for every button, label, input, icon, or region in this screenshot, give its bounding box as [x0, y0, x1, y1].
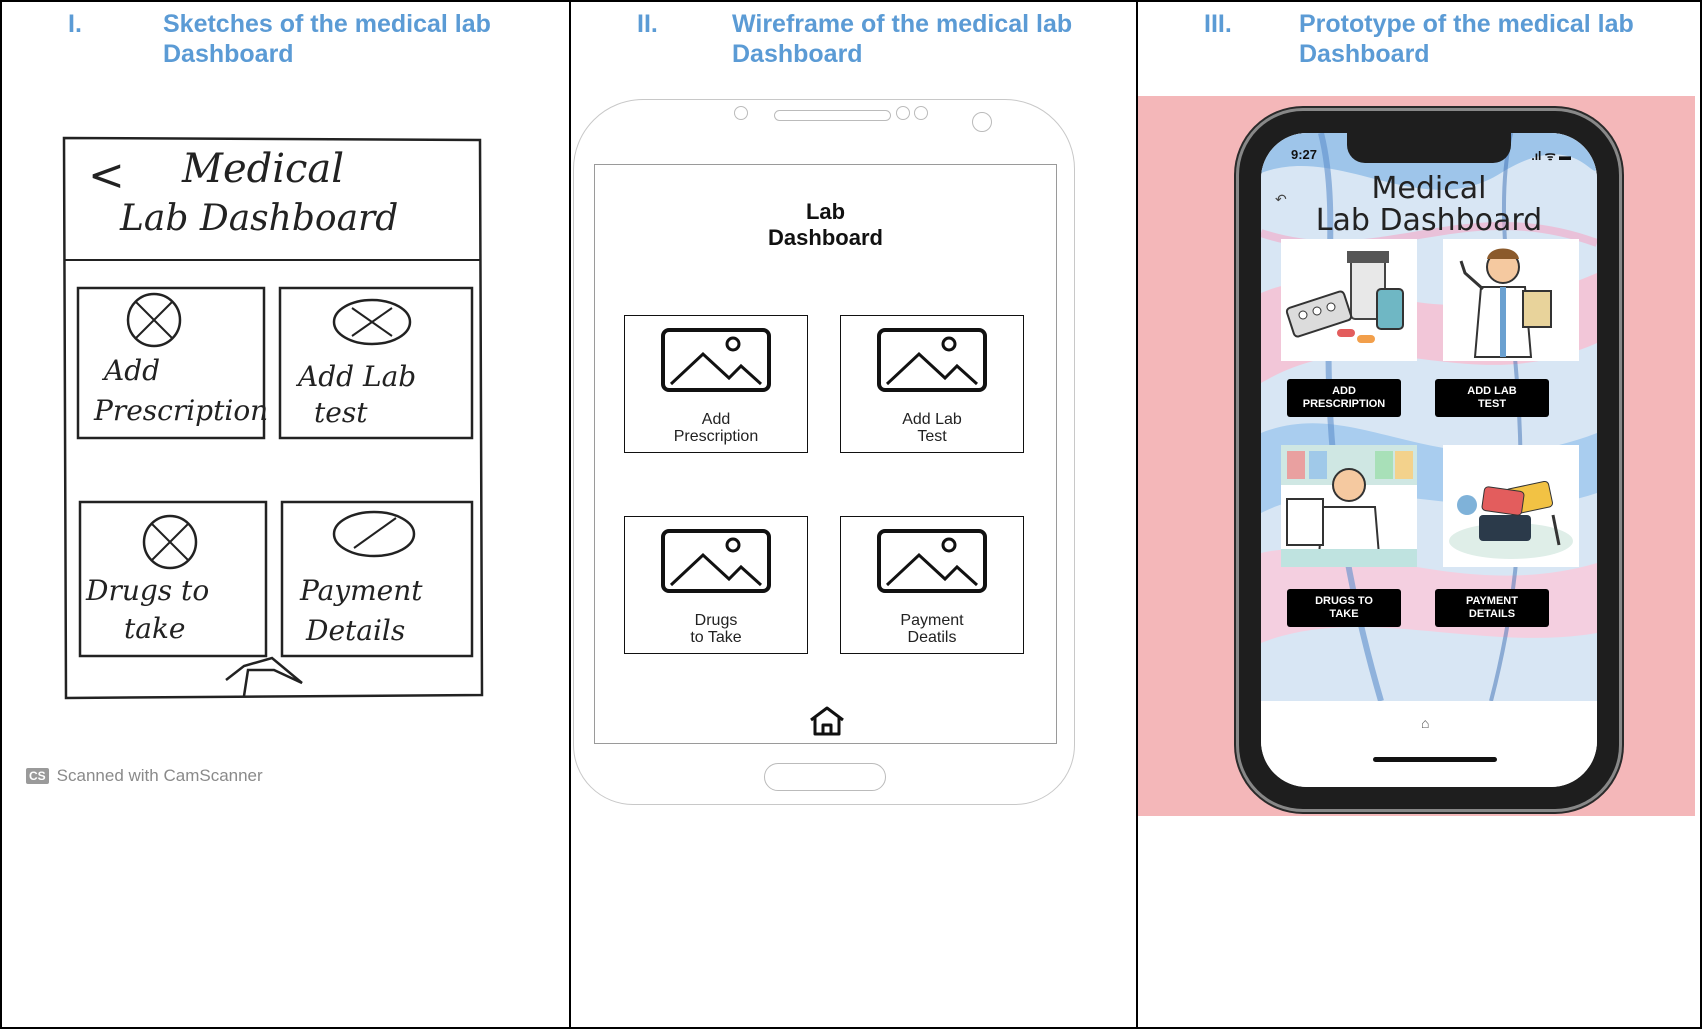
- wireframe-phone: Lab Dashboard Add Prescription Add Lab T…: [573, 99, 1075, 805]
- sensor-dot: [896, 106, 910, 120]
- sketch-card: Payment Details: [280, 500, 474, 658]
- svg-text:Add Lab: Add Lab: [295, 360, 416, 393]
- column-wireframe: II. Wireframe of the medical lab Dashboa…: [569, 0, 1137, 1029]
- add-lab-test-card[interactable]: Add Lab Test: [840, 315, 1024, 453]
- payment-details-card[interactable]: Payment Deatils: [840, 516, 1024, 654]
- front-camera: [972, 112, 992, 132]
- sketch-title-line2: Lab Dashboard: [119, 198, 398, 239]
- svg-text:Prescription: Prescription: [93, 394, 268, 427]
- svg-text:Drugs to: Drugs to: [85, 574, 209, 607]
- column-title: Wireframe of the medical lab Dashboard: [732, 10, 1073, 68]
- payment-illustration: [1443, 445, 1579, 567]
- svg-text:Details: Details: [305, 614, 405, 647]
- add-lab-test-button[interactable]: ADD LAB TEST: [1435, 379, 1549, 417]
- medicine-illustration: [1281, 239, 1417, 361]
- wireframe-screen: Lab Dashboard Add Prescription Add Lab T…: [594, 164, 1057, 744]
- image-placeholder-icon: [661, 328, 771, 392]
- camera-dot: [734, 106, 748, 120]
- home-indicator: [1373, 757, 1497, 762]
- sketch-card: Drugs to take: [78, 500, 268, 658]
- payment-details-button[interactable]: PAYMENT DETAILS: [1435, 589, 1549, 627]
- column-number: III.: [1204, 10, 1232, 38]
- sensor-dot: [914, 106, 928, 120]
- hand-sketch: < Medical Lab Dashboard Add Prescription…: [62, 136, 484, 700]
- add-prescription-button[interactable]: ADD PRESCRIPTION: [1287, 379, 1401, 417]
- svg-text:take: take: [124, 612, 185, 645]
- prototype-title: Medical Lab Dashboard: [1315, 171, 1543, 238]
- svg-text:Add: Add: [101, 354, 160, 387]
- prototype-background: 9:27 .ıl ᯤ ▬ ↶ Medical Lab Dashboard ADD…: [1138, 96, 1695, 816]
- home-icon: [225, 656, 303, 697]
- pharmacist-illustration: [1281, 445, 1417, 567]
- card-label: Drugs to Take: [690, 612, 742, 646]
- sketch-title-line1: Medical: [181, 146, 344, 192]
- bottom-nav: ⌂: [1261, 701, 1597, 787]
- column-title: Sketches of the medical lab Dashboard: [163, 10, 491, 68]
- scanner-text: Scanned with CamScanner: [56, 766, 263, 785]
- svg-text:Payment: Payment: [299, 574, 423, 607]
- scanner-watermark: CS Scanned with CamScanner: [26, 766, 263, 786]
- column-sketch: I. Sketches of the medical lab Dashboard…: [0, 0, 570, 1029]
- card-label: Payment Deatils: [900, 612, 964, 646]
- speaker-slot: [774, 110, 891, 121]
- column-title: Prototype of the medical lab Dashboard: [1299, 10, 1634, 68]
- home-icon[interactable]: [807, 705, 847, 737]
- hardware-home-button: [764, 763, 886, 791]
- card-label: Add Prescription: [673, 411, 759, 445]
- camscanner-logo: CS: [26, 768, 49, 784]
- drugs-to-take-card[interactable]: Drugs to Take: [624, 516, 808, 654]
- phone-notch: [1347, 133, 1511, 163]
- add-prescription-card[interactable]: Add Prescription: [624, 315, 808, 453]
- sketch-back-glyph: <: [88, 150, 125, 201]
- iphone-mockup: 9:27 .ıl ᯤ ▬ ↶ Medical Lab Dashboard ADD…: [1239, 111, 1619, 809]
- image-placeholder-icon: [661, 529, 771, 593]
- image-placeholder-icon: [877, 328, 987, 392]
- svg-text:test: test: [314, 396, 368, 429]
- prototype-screen: 9:27 .ıl ᯤ ▬ ↶ Medical Lab Dashboard ADD…: [1261, 133, 1597, 787]
- sketch-card: Add Lab test: [278, 286, 474, 440]
- drugs-to-take-button[interactable]: DRUGS TO TAKE: [1287, 589, 1401, 627]
- card-label: Add Lab Test: [902, 411, 962, 445]
- status-icons: .ıl ᯤ ▬: [1531, 149, 1571, 163]
- home-icon[interactable]: ⌂: [1421, 715, 1429, 731]
- status-time: 9:27: [1291, 147, 1318, 162]
- sketch-card: Add Prescription: [76, 286, 268, 440]
- image-placeholder-icon: [877, 529, 987, 593]
- doctor-illustration: [1443, 239, 1579, 361]
- column-number: II.: [637, 10, 658, 38]
- column-prototype: III. Prototype of the medical lab Dashbo…: [1136, 0, 1702, 1029]
- wireframe-title: Lab Dashboard: [768, 199, 883, 250]
- column-number: I.: [68, 10, 82, 38]
